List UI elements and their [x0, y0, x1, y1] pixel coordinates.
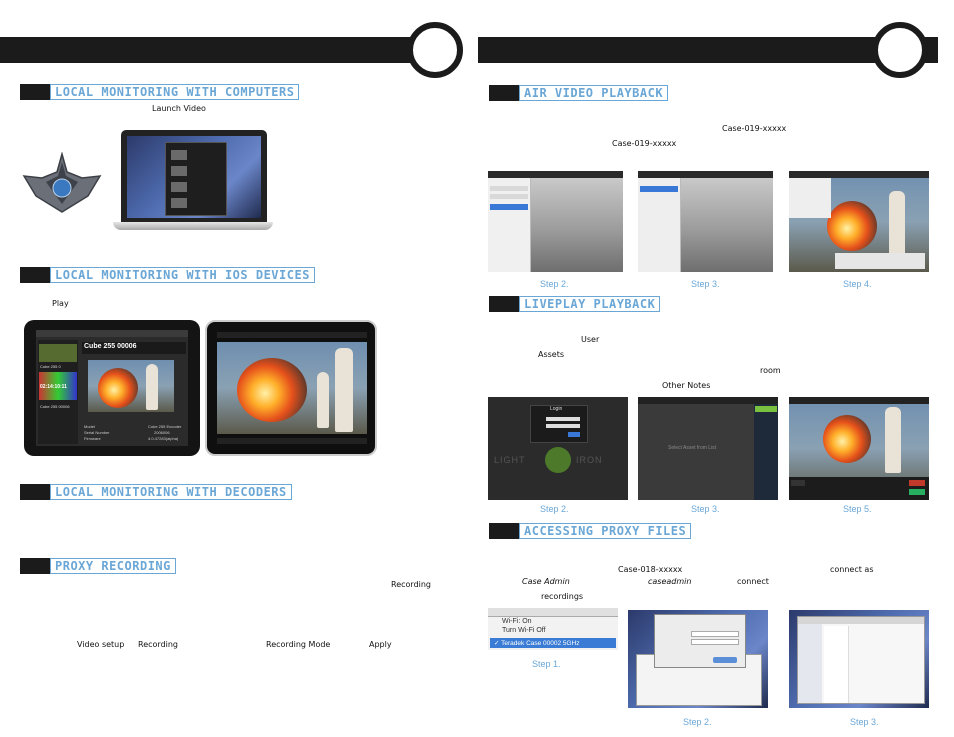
wifi-network-item[interactable]: ✓ Teradek Case 00002 5GHz [494, 639, 580, 647]
recording-text-2: Recording [138, 640, 179, 649]
liveplay-step-3-screenshot: Select Asset from List [638, 397, 778, 500]
recordings-text: recordings [541, 592, 584, 601]
live-caption-3: Step 5. [843, 504, 872, 514]
section-marker [489, 85, 519, 101]
model-value: Cube 255 Encoder [148, 424, 182, 429]
case-number-text-2: Case-019-xxxxx [612, 139, 677, 148]
ipad-timecode: 02:14:10:11 [40, 384, 67, 390]
ipad-clip-title: Cube 255 00006 [84, 343, 137, 350]
section-title: PROXY RECORDING [50, 558, 176, 574]
serial-value: 2006006 [154, 430, 170, 435]
live-caption-2: Step 3. [691, 504, 720, 514]
section-proxy-recording: PROXY RECORDING [20, 558, 176, 574]
assets-text: Assets [538, 350, 565, 359]
teradek-logo-icon [22, 152, 102, 213]
proxy-caption-1: Step 1. [532, 659, 561, 669]
firmware-label: Firmware [84, 436, 101, 441]
caseadmin-text: caseadmin [648, 577, 692, 586]
section-air-video-playback: AIR VIDEO PLAYBACK [489, 85, 669, 101]
recording-text: Recording [391, 580, 432, 589]
ipad-app-screenshot: Cube 255 0 02:14:10:11 Cube 255 00006 Cu… [24, 320, 200, 456]
section-liveplay-playback: LIVEPLAY PLAYBACK [489, 296, 661, 312]
section-title: LIVEPLAY PLAYBACK [519, 296, 661, 312]
firmware-value: 4.0.47283(alpha) [148, 436, 179, 441]
section-marker [489, 523, 519, 539]
apply-text: Apply [369, 640, 392, 649]
section-title: LOCAL MONITORING WITH DECODERS [50, 484, 292, 500]
recording-mode-text: Recording Mode [266, 640, 331, 649]
proxy-caption-3: Step 3. [850, 717, 879, 727]
ipad-list-item-1[interactable]: Cube 255 0 [40, 364, 61, 369]
connect-text: connect [737, 577, 769, 586]
section-marker [20, 267, 50, 283]
liveplay-step-2-screenshot: Login LIGHT IRON [488, 397, 628, 500]
liveplay-step-5-screenshot [789, 397, 929, 500]
section-marker [20, 484, 50, 500]
ipad-playback-screenshot [205, 320, 377, 456]
left-header-bar [0, 37, 438, 63]
liveplay-login-title: Login [550, 406, 563, 412]
case-admin-text: Case Admin [522, 577, 570, 586]
right-header-bar [478, 37, 938, 63]
section-title: AIR VIDEO PLAYBACK [519, 85, 669, 101]
wifi-on-text: Wi-Fi: On [502, 618, 532, 625]
user-text: User [581, 335, 600, 344]
proxy-step-3-screenshot [789, 610, 929, 708]
section-local-monitoring-computers: LOCAL MONITORING WITH COMPUTERS [20, 84, 300, 100]
launch-video-text: Launch Video [152, 104, 206, 113]
section-title: LOCAL MONITORING WITH COMPUTERS [50, 84, 300, 100]
section-local-monitoring-ios: LOCAL MONITORING WITH IOS DEVICES [20, 267, 315, 283]
air-caption-2: Step 3. [691, 279, 720, 289]
other-notes-text: Other Notes [662, 381, 711, 390]
section-accessing-proxy-files: ACCESSING PROXY FILES [489, 523, 692, 539]
proxy-caption-2: Step 2. [683, 717, 712, 727]
wifi-off-item[interactable]: Turn Wi-Fi Off [502, 627, 546, 634]
macbook-screenshot [113, 130, 273, 236]
left-page-circle [407, 22, 463, 78]
air-video-step-3-screenshot [638, 171, 773, 272]
proxy-step-2-screenshot [628, 610, 768, 708]
liveplay-brand-left: LIGHT [494, 455, 526, 465]
air-video-step-2-screenshot [488, 171, 623, 272]
live-caption-1: Step 2. [540, 504, 569, 514]
room-text: room [760, 366, 781, 375]
model-label: Model [84, 424, 95, 429]
connect-as-text: connect as [830, 565, 874, 574]
air-caption-3: Step 4. [843, 279, 872, 289]
case-number-text: Case-019-xxxxx [722, 124, 787, 133]
right-page-circle [872, 22, 928, 78]
ipad-list-item-2[interactable]: Cube 255 00006 [40, 404, 70, 409]
section-local-monitoring-decoders: LOCAL MONITORING WITH DECODERS [20, 484, 292, 500]
section-title: LOCAL MONITORING WITH IOS DEVICES [50, 267, 315, 283]
case-number-text-3: Case-018-xxxxx [618, 565, 683, 574]
liveplay-brand-right: IRON [576, 455, 603, 465]
air-video-step-4-screenshot [789, 171, 929, 272]
video-setup-text: Video setup [77, 640, 125, 649]
air-caption-1: Step 2. [540, 279, 569, 289]
section-marker [489, 296, 519, 312]
play-text: Play [52, 299, 69, 308]
section-title: ACCESSING PROXY FILES [519, 523, 692, 539]
section-marker [20, 558, 50, 574]
section-marker [20, 84, 50, 100]
proxy-step-1-screenshot: Wi-Fi: On Turn Wi-Fi Off ✓ Teradek Case … [488, 608, 618, 650]
liveplay-select-asset: Select Asset from List [668, 445, 717, 451]
serial-label: Serial Number [84, 430, 110, 435]
